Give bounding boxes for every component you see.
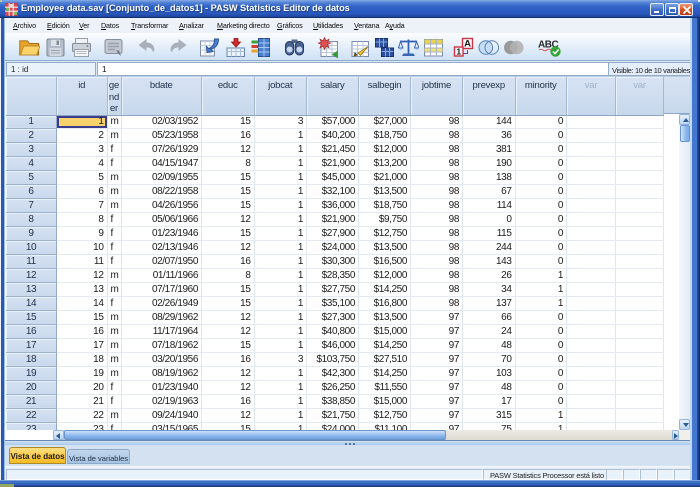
svg-text:1: 1 (456, 46, 461, 56)
svg-text:A: A (464, 38, 471, 49)
